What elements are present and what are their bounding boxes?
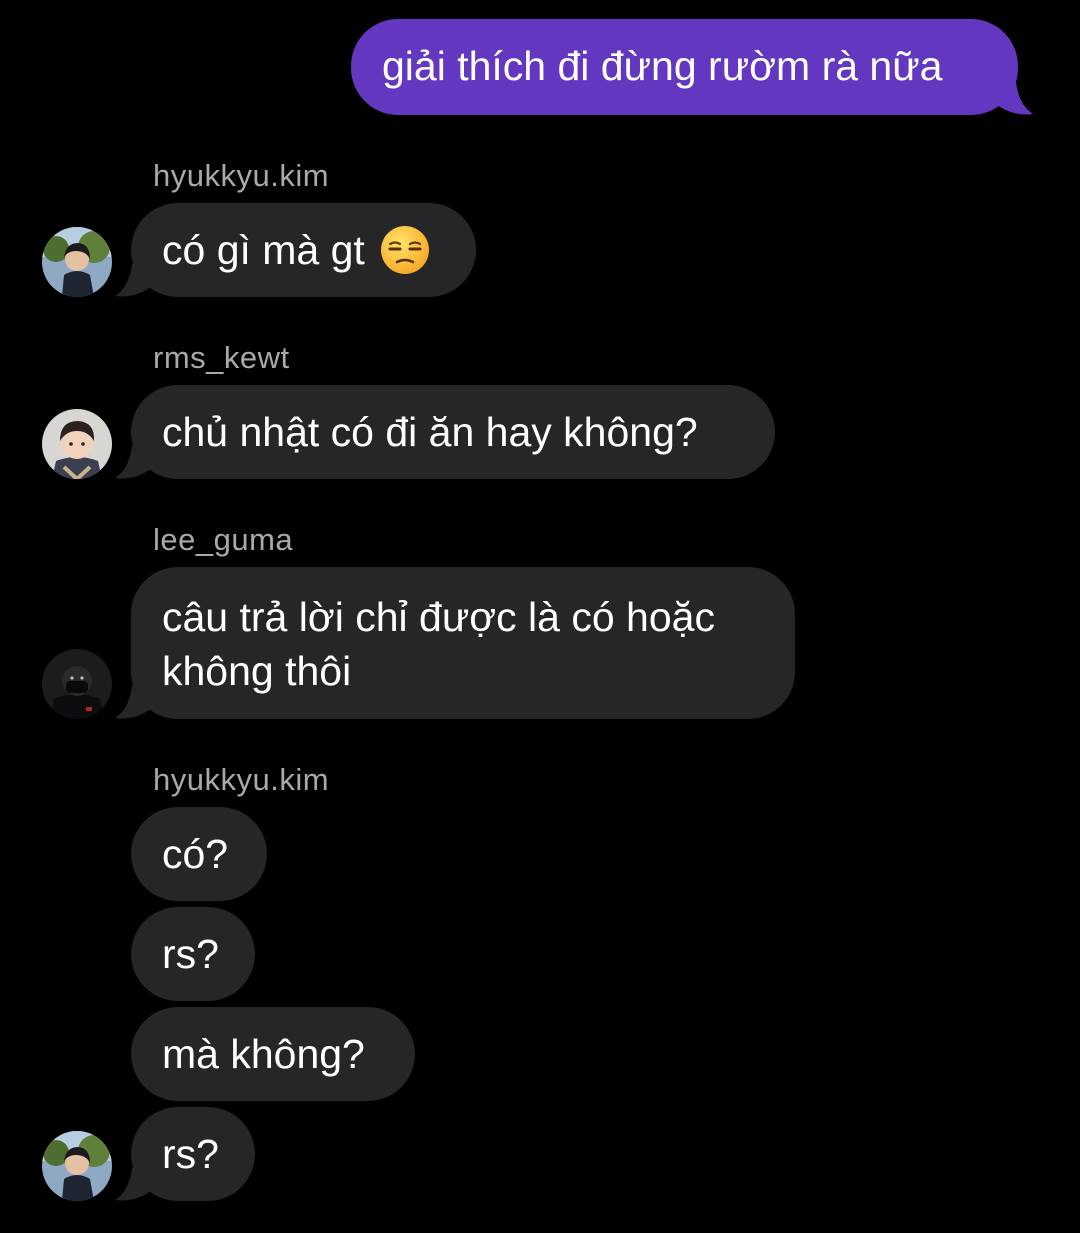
avatar-photo bbox=[42, 409, 112, 479]
sender-name: hyukkyu.kim bbox=[153, 762, 330, 797]
message-bubble-incoming[interactable]: có? bbox=[131, 807, 267, 901]
message-bubble-incoming[interactable]: mà không? bbox=[131, 1007, 415, 1101]
message-bubble-incoming[interactable]: chủ nhật có đi ăn hay không? bbox=[131, 385, 775, 479]
message-bubble-incoming[interactable]: câu trả lời chỉ được là có hoặc không th… bbox=[131, 567, 795, 719]
sender-name: rms_kewt bbox=[153, 340, 290, 375]
sender-name: lee_guma bbox=[153, 522, 294, 557]
bubble-tail bbox=[115, 686, 156, 719]
bubble-tail bbox=[115, 1168, 156, 1201]
unamused-face-emoji bbox=[381, 226, 430, 275]
message-text: chủ nhật có đi ăn hay không? bbox=[162, 409, 698, 455]
message-text: câu trả lời chỉ được là có hoặc không th… bbox=[162, 594, 715, 694]
sender-name: hyukkyu.kim bbox=[153, 158, 330, 193]
message-bubble-incoming[interactable]: rs? bbox=[131, 907, 255, 1001]
message-text: có gì mà gt bbox=[162, 227, 365, 273]
message-bubble-outgoing[interactable]: giải thích đi đừng rườm rà nữa bbox=[351, 19, 1018, 115]
avatar[interactable] bbox=[42, 409, 112, 479]
bubble-tail bbox=[115, 264, 156, 297]
bubble-tail bbox=[115, 446, 156, 479]
avatar-photo bbox=[42, 649, 112, 719]
message-text: mà không? bbox=[162, 1031, 365, 1077]
avatar[interactable] bbox=[42, 1131, 112, 1201]
message-bubble-incoming[interactable]: có gì mà gt bbox=[131, 203, 476, 297]
avatar[interactable] bbox=[42, 227, 112, 297]
message-text: giải thích đi đừng rườm rà nữa bbox=[382, 43, 943, 89]
message-text: rs? bbox=[162, 1131, 219, 1177]
avatar[interactable] bbox=[42, 649, 112, 719]
avatar-photo bbox=[42, 1131, 112, 1201]
message-text: có? bbox=[162, 831, 229, 877]
bubble-tail bbox=[992, 82, 1033, 115]
avatar-photo bbox=[42, 227, 112, 297]
message-text: rs? bbox=[162, 931, 219, 977]
